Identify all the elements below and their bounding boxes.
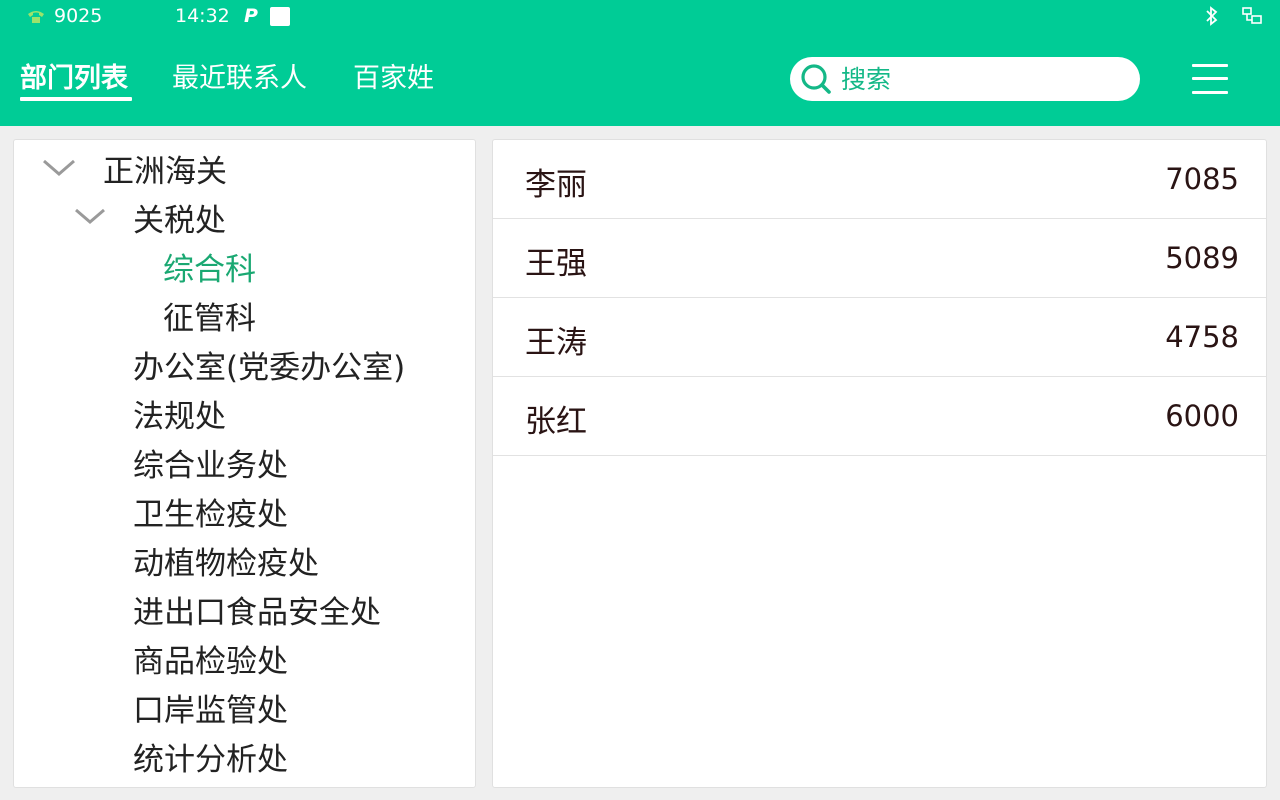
- tree-node-collection-section[interactable]: 征管科: [163, 293, 256, 338]
- phone-ext-text: 9025: [54, 5, 103, 27]
- notification-square-icon: [270, 7, 290, 26]
- search-icon: [799, 62, 833, 96]
- contact-name: 王涛: [525, 325, 587, 361]
- department-tree-panel: 正洲海关 关税处 综合科 征管科 办公室(党委办公室) 法规处 综合业务处 卫生…: [13, 139, 476, 788]
- tree-node-zhengzhou-customs[interactable]: 正洲海关: [103, 146, 227, 191]
- tab-recent-contacts[interactable]: 最近联系人: [172, 56, 307, 95]
- bluetooth-icon: [1205, 6, 1219, 26]
- contact-row[interactable]: 王涛 4758: [493, 298, 1266, 377]
- phone-icon: [28, 11, 44, 23]
- tab-departments[interactable]: 部门列表: [20, 56, 128, 95]
- contact-row[interactable]: 张红 6000: [493, 377, 1266, 456]
- contact-ext: 4758: [1165, 320, 1239, 354]
- tree-node-office[interactable]: 办公室(党委办公室): [133, 342, 405, 387]
- contact-name: 张红: [525, 404, 587, 440]
- contact-row[interactable]: 李丽 7085: [493, 140, 1266, 219]
- chevron-down-icon[interactable]: [42, 158, 76, 178]
- tree-node-health-quarantine[interactable]: 卫生检疫处: [133, 489, 288, 534]
- app-header: 9025 14:32 P 部门列表 最近联系人 百家姓: [0, 0, 1280, 126]
- tree-node-tariff[interactable]: 关税处: [133, 195, 226, 240]
- active-tab-indicator: [20, 97, 132, 101]
- contact-name: 李丽: [525, 167, 587, 203]
- tree-node-port-supervision[interactable]: 口岸监管处: [133, 685, 288, 730]
- chevron-down-icon[interactable]: [74, 207, 106, 225]
- contact-ext: 7085: [1165, 162, 1239, 196]
- tree-node-food-safety[interactable]: 进出口食品安全处: [133, 587, 381, 632]
- tree-node-statistics[interactable]: 统计分析处: [133, 734, 288, 779]
- phone-ext-indicator: 9025: [26, 5, 102, 27]
- tree-node-commodity-inspection[interactable]: 商品检验处: [133, 636, 288, 681]
- status-time: 14:32: [175, 5, 230, 27]
- search-box[interactable]: [790, 57, 1140, 101]
- menu-icon[interactable]: [1190, 62, 1230, 96]
- contact-name: 王强: [525, 246, 587, 282]
- p-icon: P: [244, 5, 258, 27]
- contact-list-panel: 李丽 7085 王强 5089 王涛 4758 张红 6000: [492, 139, 1267, 788]
- tree-node-general-section[interactable]: 综合科: [163, 244, 256, 289]
- tab-surnames[interactable]: 百家姓: [353, 56, 434, 95]
- contact-ext: 6000: [1165, 399, 1239, 433]
- network-icon: [1241, 6, 1263, 26]
- contact-ext: 5089: [1165, 241, 1239, 275]
- tree-node-general-business[interactable]: 综合业务处: [133, 440, 288, 485]
- contact-row[interactable]: 王强 5089: [493, 219, 1266, 298]
- search-input[interactable]: [841, 64, 1121, 94]
- tree-node-animal-plant-quarantine[interactable]: 动植物检疫处: [133, 538, 319, 583]
- tree-node-regulations[interactable]: 法规处: [133, 391, 226, 436]
- status-bar: 9025 14:32 P: [0, 0, 1280, 34]
